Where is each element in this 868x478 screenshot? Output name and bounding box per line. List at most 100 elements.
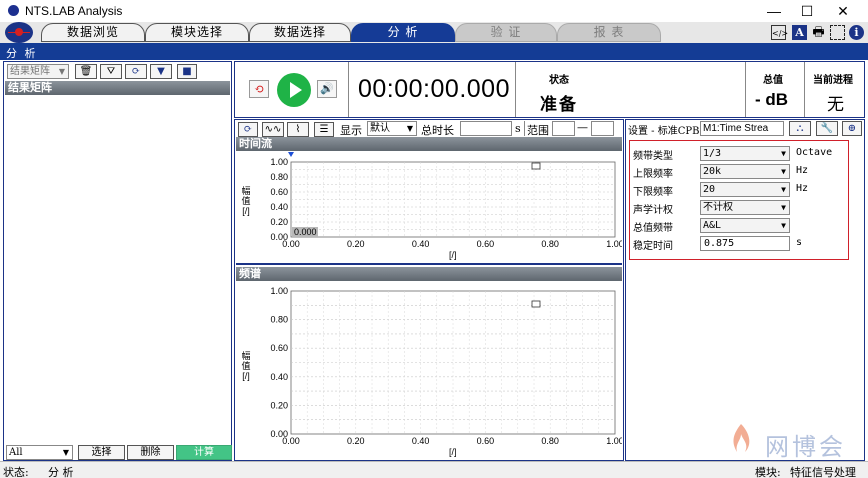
- save-icon[interactable]: ■: [177, 64, 197, 79]
- x-tick-label: 1.00: [606, 239, 622, 249]
- duration-label: 总时长: [421, 124, 454, 137]
- setting-value: A&L: [703, 220, 722, 231]
- status-value: 准备: [540, 95, 578, 115]
- chevron-down-icon: ▼: [781, 203, 786, 212]
- settings-title: 设置 - 标准CPB: [628, 126, 700, 137]
- close-button[interactable]: ✕: [826, 1, 860, 21]
- maximize-button[interactable]: ☐: [790, 1, 824, 21]
- font-size-icon[interactable]: A: [792, 25, 807, 40]
- section-title: 分 析: [6, 47, 38, 60]
- time-stream-header: 时间流: [236, 137, 622, 151]
- y-tick-label: 0.60: [270, 187, 288, 197]
- chevron-down-icon: ▼: [406, 124, 413, 133]
- pulse-icon[interactable]: ⌇: [287, 122, 309, 137]
- divider: [524, 121, 525, 136]
- statusbar-status-value: 分 析: [48, 466, 74, 478]
- setting-input[interactable]: 0.875: [700, 236, 790, 251]
- filter-icon[interactable]: ⛛: [100, 64, 122, 79]
- fullscreen-icon[interactable]: [830, 25, 845, 40]
- range-start-input[interactable]: [552, 121, 575, 136]
- divider: [745, 62, 746, 117]
- home-logo-icon[interactable]: [5, 22, 33, 43]
- setting-select[interactable]: 不计权 ▼: [700, 200, 790, 215]
- x-tick-label: 0.60: [477, 436, 495, 446]
- timer-display: 00:00:00.000: [358, 75, 510, 103]
- statusbar-module-value: 特征信号处理: [790, 466, 856, 478]
- setting-label: 稳定时间: [633, 241, 673, 252]
- range-separator: —: [577, 121, 588, 134]
- play-button[interactable]: [277, 73, 311, 107]
- statusbar-status-label: 状态:: [3, 466, 29, 478]
- refresh-icon[interactable]: ⟳: [238, 122, 258, 137]
- delete-button[interactable]: 删除: [127, 445, 174, 460]
- channel-filter-value: All: [9, 447, 23, 458]
- code-view-icon[interactable]: </>: [771, 25, 788, 40]
- chevron-down-icon: ▼: [781, 185, 786, 194]
- setting-select[interactable]: 20 ▼: [700, 182, 790, 197]
- tab-analysis[interactable]: 分 析: [351, 23, 455, 42]
- refresh-icon[interactable]: ⟳: [125, 64, 147, 79]
- channel-filter-select[interactable]: All ▼: [6, 445, 73, 460]
- divider: [348, 62, 349, 117]
- setting-value: 不计权: [703, 202, 733, 213]
- spectrum-plot-svg[interactable]: 0.000.200.400.600.801.000.00 0.20 0.40 0.60…: [236, 281, 622, 446]
- y-tick-label: 1.00: [270, 286, 288, 296]
- y-tick-label: 1.00: [270, 157, 288, 167]
- result-matrix-select-value: 结果矩阵: [10, 66, 50, 77]
- watermark-text: 网博会: [765, 434, 846, 461]
- wrench-icon[interactable]: 🔧: [816, 121, 838, 136]
- x-tick-label: 0.00: [282, 436, 300, 446]
- dropdown-arrow-icon[interactable]: ▼: [150, 64, 172, 79]
- cursor-marker-icon[interactable]: [288, 152, 294, 157]
- divider: [804, 62, 805, 117]
- chevron-down-icon: ▼: [781, 221, 786, 230]
- statusbar-module-label: 模块:: [755, 466, 781, 478]
- plot-area: ⟳ ∿∿ ⌇ ☰ 显示 默认 ▼ 总时长 s 范围 — 时间流 幅值 [/] 0.…: [234, 119, 624, 461]
- display-select-value: 默认: [370, 123, 390, 134]
- channel-selector[interactable]: M1:Time Strea: [700, 121, 784, 136]
- range-end-input[interactable]: [591, 121, 614, 136]
- time-plot-grid: [290, 161, 616, 238]
- setting-unit: s: [796, 237, 803, 248]
- y-tick-label: 0.20: [270, 400, 288, 410]
- title-bar: NTS.LAB Analysis — ☐ ✕: [0, 0, 868, 22]
- info-icon[interactable]: i: [849, 25, 864, 40]
- tab-verify: 验 证: [455, 23, 557, 42]
- result-matrix-list[interactable]: [5, 95, 230, 441]
- select-button[interactable]: 选择: [78, 445, 125, 460]
- setting-unit: Octave: [796, 147, 833, 158]
- setting-value: 20: [703, 184, 716, 195]
- tab-data-select[interactable]: 数据选择: [249, 23, 351, 42]
- x-tick-label: 1.00: [606, 436, 622, 446]
- setting-value: 20k: [703, 166, 722, 177]
- display-select[interactable]: 默认 ▼: [367, 121, 417, 136]
- tab-module-select[interactable]: 模块选择: [145, 23, 249, 42]
- time-plot-svg[interactable]: 0.000.200.400.600.801.000.00 0.20 0.40 0.60…: [236, 151, 622, 263]
- network-icon[interactable]: ⛬: [789, 121, 811, 136]
- result-matrix-header: 结果矩阵: [5, 81, 230, 95]
- setting-select[interactable]: A&L ▼: [700, 218, 790, 233]
- waveform-icon[interactable]: ∿∿: [262, 122, 284, 137]
- add-icon[interactable]: ⊕: [842, 121, 862, 136]
- chevron-down-icon: ▼: [781, 167, 786, 176]
- x-tick-label: 0.20: [347, 239, 365, 249]
- spectrum-plot-grid: [290, 290, 616, 435]
- setting-select[interactable]: 1/3 ▼: [700, 146, 790, 161]
- reset-icon[interactable]: ⟲: [249, 80, 269, 98]
- window-title: NTS.LAB Analysis: [25, 4, 123, 18]
- minimize-button[interactable]: —: [757, 1, 791, 21]
- legend-box: [531, 162, 541, 170]
- layers-icon[interactable]: ☰: [314, 122, 334, 137]
- total-value: - dB: [755, 90, 789, 109]
- printer-icon[interactable]: 🖶: [811, 25, 826, 40]
- y-tick-label: 0.60: [270, 343, 288, 353]
- setting-label: 下限频率: [633, 187, 673, 198]
- setting-select[interactable]: 20k ▼: [700, 164, 790, 179]
- time-stream-plot: 时间流 幅值 [/] 0.00 0.20 0.40 0.60 0.80 1.00 0.00 0…: [236, 137, 622, 265]
- result-matrix-select[interactable]: 结果矩阵 ▼: [7, 64, 69, 79]
- trash-icon[interactable]: 🗑: [75, 64, 97, 79]
- tab-data-browse[interactable]: 数据浏览: [41, 23, 145, 42]
- duration-input[interactable]: [460, 121, 512, 136]
- compute-button[interactable]: 计算: [176, 445, 232, 460]
- sound-icon[interactable]: 🔊: [317, 80, 337, 98]
